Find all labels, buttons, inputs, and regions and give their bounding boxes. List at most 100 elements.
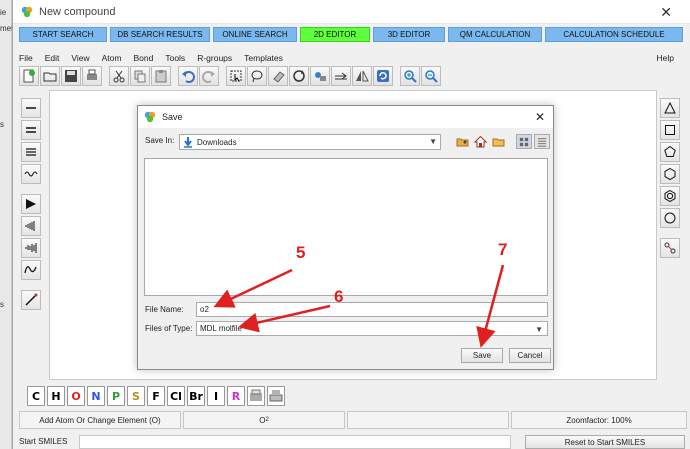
copy-icon [134, 70, 146, 83]
undo-button[interactable] [178, 66, 198, 86]
menu-view[interactable]: View [65, 51, 95, 65]
tab-3d-editor[interactable]: 3D EDITOR [373, 27, 445, 42]
new-button[interactable] [19, 66, 39, 86]
menu-edit[interactable]: Edit [39, 51, 66, 65]
hexagon-ring-icon [664, 167, 676, 181]
atom-list-button[interactable] [267, 386, 285, 406]
menu-templates[interactable]: Templates [238, 51, 289, 65]
element-button-c[interactable]: C [27, 386, 45, 406]
cyclopropane-button[interactable] [660, 98, 680, 118]
smiles-row: Start SMILES Reset to Start SMILES [19, 434, 687, 449]
menu-bond[interactable]: Bond [127, 51, 159, 65]
window-close-button[interactable]: ✕ [660, 4, 672, 21]
zoom-in-icon [404, 70, 417, 83]
redo-button[interactable] [199, 66, 219, 86]
file-name-input[interactable]: o2 [196, 302, 548, 317]
print-button[interactable] [82, 66, 102, 86]
cyclobutane-button[interactable] [660, 120, 680, 140]
dialog-close-button[interactable]: ✕ [535, 110, 545, 124]
paste-button[interactable] [151, 66, 171, 86]
menu-r-groups[interactable]: R-groups [191, 51, 238, 65]
double-bond-button[interactable] [21, 120, 41, 140]
lasso-icon [251, 70, 263, 83]
menu-tools[interactable]: Tools [159, 51, 191, 65]
element-button-r[interactable]: R [227, 386, 245, 406]
save-in-select[interactable]: Downloads ▼ [179, 134, 441, 150]
cut-button[interactable] [109, 66, 129, 86]
lasso-button[interactable] [247, 66, 267, 86]
hash-bond-button[interactable] [21, 216, 41, 236]
arrow-button[interactable] [331, 66, 351, 86]
file-type-select[interactable]: MDL molfile ▼ [196, 321, 548, 336]
open-button[interactable] [40, 66, 60, 86]
tab-qm-calculation[interactable]: QM CALCULATION [448, 27, 542, 42]
refresh-button[interactable] [373, 66, 393, 86]
rotate-button[interactable] [289, 66, 309, 86]
flip-button[interactable] [352, 66, 372, 86]
cyclohexane-button[interactable] [660, 164, 680, 184]
save-toolbar-button[interactable] [61, 66, 81, 86]
copy-button[interactable] [130, 66, 150, 86]
step-5-label: 5 [296, 243, 306, 262]
menu-atom[interactable]: Atom [96, 51, 128, 65]
element-button-f[interactable]: F [147, 386, 165, 406]
scissors-icon [113, 70, 125, 83]
menu-help[interactable]: Help [651, 51, 680, 65]
reset-smiles-button[interactable]: Reset to Start SMILES [525, 435, 685, 449]
cycloheptane-button[interactable] [660, 208, 680, 228]
step-7-label: 7 [498, 240, 508, 259]
chain-tool-button[interactable] [21, 290, 41, 310]
file-list[interactable] [144, 158, 548, 296]
menu-file[interactable]: File [13, 51, 39, 65]
molecule-template-icon [664, 242, 676, 254]
element-button-br[interactable]: Br [187, 386, 205, 406]
tab-calculation-schedule[interactable]: CALCULATION SCHEDULE [545, 27, 683, 42]
element-button-cl[interactable]: Cl [167, 386, 185, 406]
benzene-ring-icon [664, 189, 676, 203]
any-bond-button[interactable] [21, 164, 41, 184]
cancel-button[interactable]: Cancel [509, 348, 551, 363]
wedge-bond-button[interactable] [21, 194, 41, 214]
new-document-icon [23, 69, 35, 83]
details-view-icon [537, 137, 547, 147]
curvy-bond-button[interactable] [21, 260, 41, 280]
reaction-arrow-icon [335, 72, 347, 80]
save-button[interactable]: Save [461, 348, 503, 363]
element-button-o[interactable]: O [67, 386, 85, 406]
app-logo-icon [144, 111, 156, 123]
element-button-h[interactable]: H [47, 386, 65, 406]
cyclopentane-button[interactable] [660, 142, 680, 162]
template-button[interactable] [660, 238, 680, 258]
clean-button[interactable] [310, 66, 330, 86]
file-type-label: Files of Type: [145, 324, 193, 333]
square-ring-icon [665, 125, 675, 135]
tab-2d-editor[interactable]: 2D EDITOR [300, 27, 370, 42]
element-button-s[interactable]: S [127, 386, 145, 406]
atom-list-icon [269, 390, 283, 402]
home-icon[interactable] [474, 135, 487, 148]
smiles-input[interactable] [79, 435, 511, 449]
tab-online-search[interactable]: ONLINE SEARCH [213, 27, 297, 42]
benzene-button[interactable] [660, 186, 680, 206]
element-button-p[interactable]: P [107, 386, 125, 406]
triple-bond-icon [26, 148, 36, 156]
save-in-value: Downloads [197, 137, 237, 147]
element-button-i[interactable]: I [207, 386, 225, 406]
periodic-table-button[interactable] [247, 386, 265, 406]
details-view-button[interactable] [534, 134, 550, 149]
triple-bond-button[interactable] [21, 142, 41, 162]
single-bond-button[interactable] [21, 98, 41, 118]
tab-start-search[interactable]: START SEARCH [19, 27, 107, 42]
new-folder-icon[interactable] [492, 135, 505, 148]
zoom-in-button[interactable] [400, 66, 420, 86]
element-button-n[interactable]: N [87, 386, 105, 406]
eraser-button[interactable] [268, 66, 288, 86]
download-arrow-icon [184, 137, 192, 148]
list-view-button[interactable] [516, 134, 532, 149]
hash-wave-bond-button[interactable] [21, 238, 41, 258]
up-folder-icon[interactable] [456, 135, 469, 148]
zoom-out-button[interactable] [421, 66, 441, 86]
flip-icon [356, 70, 369, 82]
select-button[interactable] [226, 66, 246, 86]
tab-db-search-results[interactable]: DB SEARCH RESULTS [110, 27, 210, 42]
